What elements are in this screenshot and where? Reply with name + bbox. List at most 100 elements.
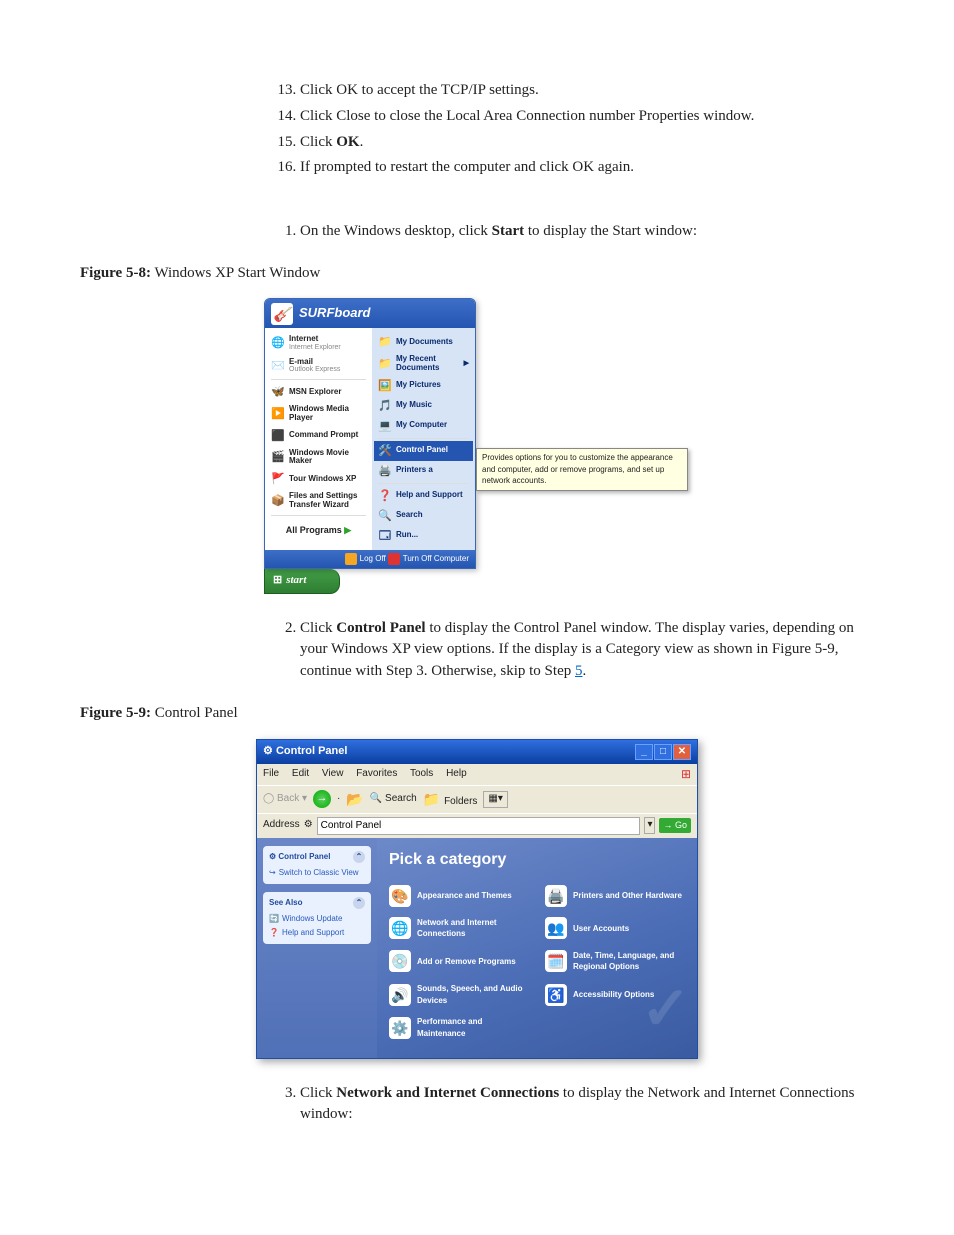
start-button[interactable]: ⊞start (264, 569, 340, 594)
run[interactable]: 🗔Run... (374, 526, 473, 546)
logoff-button[interactable]: Log Off (345, 553, 386, 565)
sublabel: Outlook Express (289, 366, 340, 374)
control-panel-main: Pick a category 🎨Appearance and Themes 🖨… (377, 838, 697, 1058)
cat-printers[interactable]: 🖨️Printers and Other Hardware (545, 885, 685, 907)
menu-edit[interactable]: Edit (292, 768, 309, 779)
windows-update-link[interactable]: 🔄Windows Update (269, 912, 365, 926)
step-14: Click Close to close the Local Area Conn… (300, 106, 874, 128)
pinned-internet[interactable]: 🌐InternetInternet Explorer (267, 332, 370, 354)
program-fst[interactable]: 📦Files and Settings Transfer Wizard (267, 489, 370, 513)
maximize-button[interactable]: □ (654, 744, 672, 760)
program-moviemaker[interactable]: 🎬 Windows Movie Maker (267, 446, 370, 470)
label: Printers a (396, 466, 433, 475)
turnoff-button[interactable]: Turn Off Computer (388, 553, 469, 565)
cat-addremove[interactable]: 💿 Add or Remove Programs (389, 950, 529, 973)
label: My Music (396, 401, 432, 410)
addressbar: Address ⚙ ▾ → Go (257, 813, 697, 838)
program-wmp[interactable]: ▶️Windows Media Player (267, 402, 370, 426)
speaker-icon: 🔊 (389, 984, 411, 1006)
label: Performance and Maintenance (417, 1016, 529, 1039)
label: Sounds, Speech, and Audio Devices (417, 983, 529, 1006)
computer-icon: 💻 (378, 419, 392, 433)
label: My Computer (396, 421, 447, 430)
help-support-link[interactable]: ❓Help and Support (269, 926, 365, 940)
cmd-icon: ⬛ (271, 429, 285, 443)
cat-performance[interactable]: ⚙️Performance and Maintenance (389, 1016, 529, 1039)
folders-button[interactable]: 📁 Folders (423, 789, 478, 810)
control-panel[interactable]: 🛠️Control Panel (374, 441, 473, 461)
text: to display the Start window: (524, 223, 697, 239)
back-button[interactable]: ◯ Back ▾ (263, 792, 307, 807)
views-button[interactable]: ▦▾ (483, 791, 507, 808)
forward-button[interactable]: → (313, 790, 331, 808)
help-support[interactable]: ❓Help and Support (374, 486, 473, 506)
my-documents[interactable]: 📁My Documents (374, 332, 473, 352)
help-icon: ❓ (378, 489, 392, 503)
search-icon: 🔍 (378, 509, 392, 523)
label: Windows Update (282, 913, 342, 925)
figure-label-text: Windows XP Start Window (151, 265, 320, 281)
my-pictures[interactable]: 🖼️My Pictures (374, 376, 473, 396)
my-recent-documents[interactable]: 📁My Recent Documents▶ (374, 352, 473, 376)
shutdown-icon (388, 553, 400, 565)
ordered-list-a: Click OK to accept the TCP/IP settings. … (280, 80, 874, 179)
box-icon: 📦 (271, 494, 285, 508)
minimize-button[interactable]: _ (635, 744, 653, 760)
all-programs[interactable]: All Programs ▶ (267, 518, 370, 541)
cat-appearance[interactable]: 🎨Appearance and Themes (389, 885, 529, 907)
label: Internet (289, 335, 341, 344)
printers-faxes[interactable]: 🖨️ Printers a (374, 461, 473, 481)
program-tour[interactable]: 🚩Tour Windows XP (267, 469, 370, 489)
my-computer[interactable]: 💻 My Computer (374, 416, 473, 436)
menu-view[interactable]: View (322, 768, 344, 779)
menu-help[interactable]: Help (446, 768, 467, 779)
menubar: File Edit View Favorites Tools Help ⊞ (257, 764, 697, 785)
collapse-icon[interactable]: ⌃ (353, 851, 365, 863)
control-panel-icon: ⚙ (269, 852, 276, 861)
cat-sounds[interactable]: 🔊 Sounds, Speech, and Audio Devices (389, 983, 529, 1006)
address-label: Address (263, 818, 300, 833)
network-icon: 🌐 (389, 917, 411, 939)
printer-icon: 🖨️ (378, 464, 392, 478)
label: MSN Explorer (289, 388, 341, 397)
go-button[interactable]: → Go (659, 818, 691, 833)
label: Add or Remove Programs (417, 956, 516, 968)
search-button[interactable]: 🔍 Search (370, 792, 417, 807)
movie-icon: 🎬 (271, 450, 285, 464)
switch-classic-link[interactable]: ↪Switch to Classic View (269, 866, 365, 880)
checkmark-watermark-icon: ✓ (641, 965, 691, 1052)
heading: See Also (269, 897, 303, 909)
cat-users[interactable]: 👥User Accounts (545, 917, 685, 940)
start-menu-header: SURFboard (265, 299, 475, 328)
label: Control Panel (396, 446, 448, 455)
label: Tour Windows XP (289, 475, 356, 484)
label: Help and Support (282, 927, 344, 939)
label: Windows Movie Maker (289, 449, 366, 467)
my-music[interactable]: 🎵My Music (374, 396, 473, 416)
arrow-icon: ▶ (344, 525, 351, 535)
collapse-icon[interactable]: ⌃ (353, 897, 365, 909)
search[interactable]: 🔍Search (374, 506, 473, 526)
ordered-list-b: On the Windows desktop, click Start to d… (280, 221, 874, 243)
close-button[interactable]: ✕ (673, 744, 691, 760)
accessibility-icon: ♿ (545, 984, 567, 1006)
address-input[interactable] (317, 817, 641, 835)
menu-tools[interactable]: Tools (410, 768, 433, 779)
up-button[interactable]: 📂 (346, 789, 363, 809)
label: start (286, 573, 306, 589)
program-cmd[interactable]: ⬛Command Prompt (267, 426, 370, 446)
start-right-column: 📁My Documents 📁My Recent Documents▶ 🖼️My… (372, 328, 475, 550)
sidebar-box-control-panel: ⚙ Control Panel⌃ ↪Switch to Classic View (263, 846, 371, 885)
menu-favorites[interactable]: Favorites (356, 768, 397, 779)
program-msn[interactable]: 🦋MSN Explorer (267, 382, 370, 402)
disc-icon: 💿 (389, 950, 411, 972)
figure-5-8-label: Figure 5-8: Windows XP Start Window (80, 263, 874, 285)
cat-network[interactable]: 🌐Network and Internet Connections (389, 917, 529, 940)
label: Printers and Other Hardware (573, 890, 682, 902)
step-2: Click Control Panel to display the Contr… (300, 618, 874, 683)
toolbar-sep: · (337, 792, 340, 807)
mail-icon: ✉️ (271, 359, 285, 373)
pinned-email[interactable]: ✉️E-mailOutlook Express (267, 355, 370, 377)
menu-file[interactable]: File (263, 768, 279, 779)
address-dropdown[interactable]: ▾ (644, 817, 655, 834)
